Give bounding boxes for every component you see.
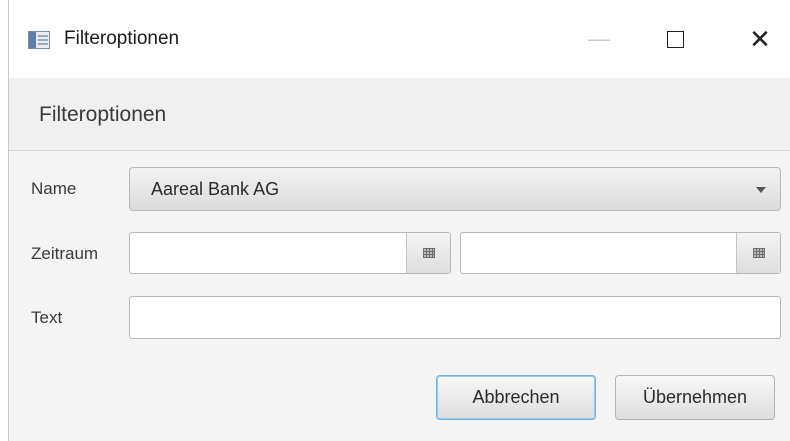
name-label: Name bbox=[31, 179, 77, 198]
zeitraum-label: Zeitraum bbox=[31, 244, 99, 263]
calendar-icon bbox=[752, 248, 765, 258]
date-to-calendar-button[interactable] bbox=[736, 233, 780, 273]
date-to-picker bbox=[460, 232, 781, 274]
text-input[interactable] bbox=[130, 297, 780, 338]
dialog-header: Filteroptionen bbox=[9, 78, 790, 151]
text-label: Text bbox=[31, 308, 63, 327]
close-button[interactable]: ✕ bbox=[735, 14, 785, 64]
page-title: Filteroptionen bbox=[39, 103, 167, 126]
minimize-icon: — bbox=[588, 26, 610, 51]
close-icon: ✕ bbox=[749, 23, 771, 54]
chevron-down-icon bbox=[756, 187, 766, 193]
filter-form: Name Aareal Bank AG Zeitraum Text Abbrec… bbox=[9, 151, 790, 441]
date-from-calendar-button[interactable] bbox=[406, 233, 450, 273]
window-title: Filteroptionen bbox=[64, 28, 180, 49]
cancel-button[interactable]: Abbrechen bbox=[436, 375, 596, 420]
dialog-window: Filteroptionen — ✕ Filteroptionen Name A… bbox=[8, 0, 790, 441]
date-to-input[interactable] bbox=[461, 233, 736, 273]
title-bar: Filteroptionen — ✕ bbox=[9, 0, 790, 78]
name-combobox[interactable]: Aareal Bank AG bbox=[129, 167, 781, 211]
calendar-icon bbox=[422, 248, 435, 258]
date-from-input[interactable] bbox=[130, 233, 406, 273]
maximize-icon bbox=[666, 30, 684, 48]
apply-button[interactable]: Übernehmen bbox=[615, 375, 775, 420]
window-app-icon bbox=[28, 31, 50, 49]
date-from-picker bbox=[129, 232, 451, 274]
text-field bbox=[129, 296, 781, 339]
minimize-button[interactable]: — bbox=[574, 14, 624, 64]
maximize-button[interactable] bbox=[650, 14, 700, 64]
name-combobox-value: Aareal Bank AG bbox=[151, 179, 280, 199]
